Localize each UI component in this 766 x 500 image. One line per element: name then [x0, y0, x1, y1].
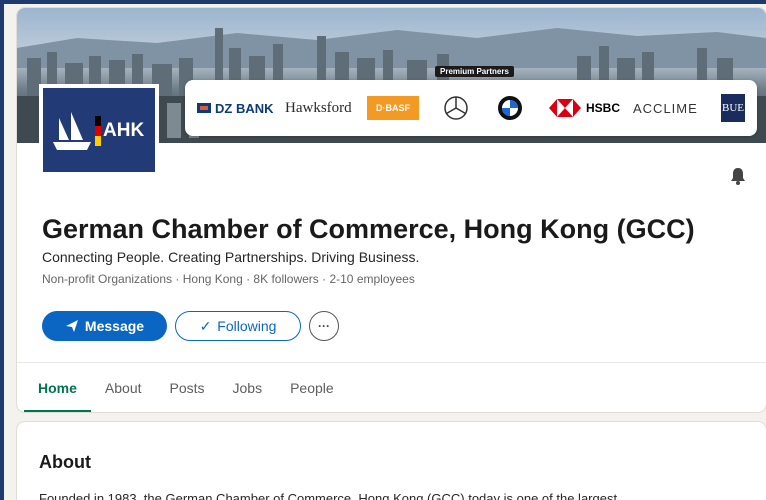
- hsbc-logo: HSBC: [549, 80, 620, 136]
- send-icon: [65, 320, 78, 332]
- message-button[interactable]: Message: [42, 311, 167, 341]
- bue-logo: BUE: [721, 80, 745, 136]
- checkmark-icon: ✓: [199, 317, 212, 334]
- notification-bell-icon[interactable]: [728, 166, 748, 186]
- divider: [17, 362, 766, 363]
- company-meta: Non-profit Organizations · Hong Kong · 8…: [42, 272, 415, 286]
- acclime-logo: ACCLIME: [633, 100, 698, 116]
- junk-boat-icon: [53, 112, 101, 150]
- more-options-button[interactable]: ···: [309, 311, 339, 341]
- premium-partners-tag: Premium Partners: [435, 66, 514, 77]
- company-header-card: Premium Partners DZ BANK Hawksford D·BAS…: [17, 8, 766, 412]
- following-button[interactable]: ✓ Following: [175, 311, 301, 341]
- about-section: About Founded in 1983, the German Chambe…: [17, 422, 766, 500]
- tab-people[interactable]: People: [276, 364, 348, 412]
- tab-about[interactable]: About: [91, 364, 156, 412]
- hsbc-hexagon-icon: [549, 99, 581, 117]
- about-text: Founded in 1983, the German Chamber of C…: [39, 491, 618, 500]
- bmw-logo-icon: [497, 80, 523, 136]
- tab-home[interactable]: Home: [24, 364, 91, 412]
- company-logo[interactable]: AHK: [39, 84, 159, 176]
- tab-posts[interactable]: Posts: [156, 364, 219, 412]
- dz-bank-icon: [197, 103, 211, 113]
- basf-logo: D·BASF: [367, 80, 419, 136]
- about-heading: About: [39, 452, 91, 472]
- company-tagline: Connecting People. Creating Partnerships…: [42, 249, 420, 265]
- page: Premium Partners DZ BANK Hawksford D·BAS…: [4, 4, 766, 500]
- company-name: German Chamber of Commerce, Hong Kong (G…: [42, 214, 695, 244]
- mercedes-logo-icon: [443, 80, 469, 136]
- hawksford-logo: Hawksford: [285, 99, 352, 116]
- page-tabs: Home About Posts Jobs People: [24, 364, 348, 412]
- tab-jobs[interactable]: Jobs: [219, 364, 277, 412]
- dz-bank-logo: DZ BANK: [197, 80, 274, 136]
- partner-logos-strip: DZ BANK Hawksford D·BASF HSBC ACCLIME BU…: [185, 80, 757, 136]
